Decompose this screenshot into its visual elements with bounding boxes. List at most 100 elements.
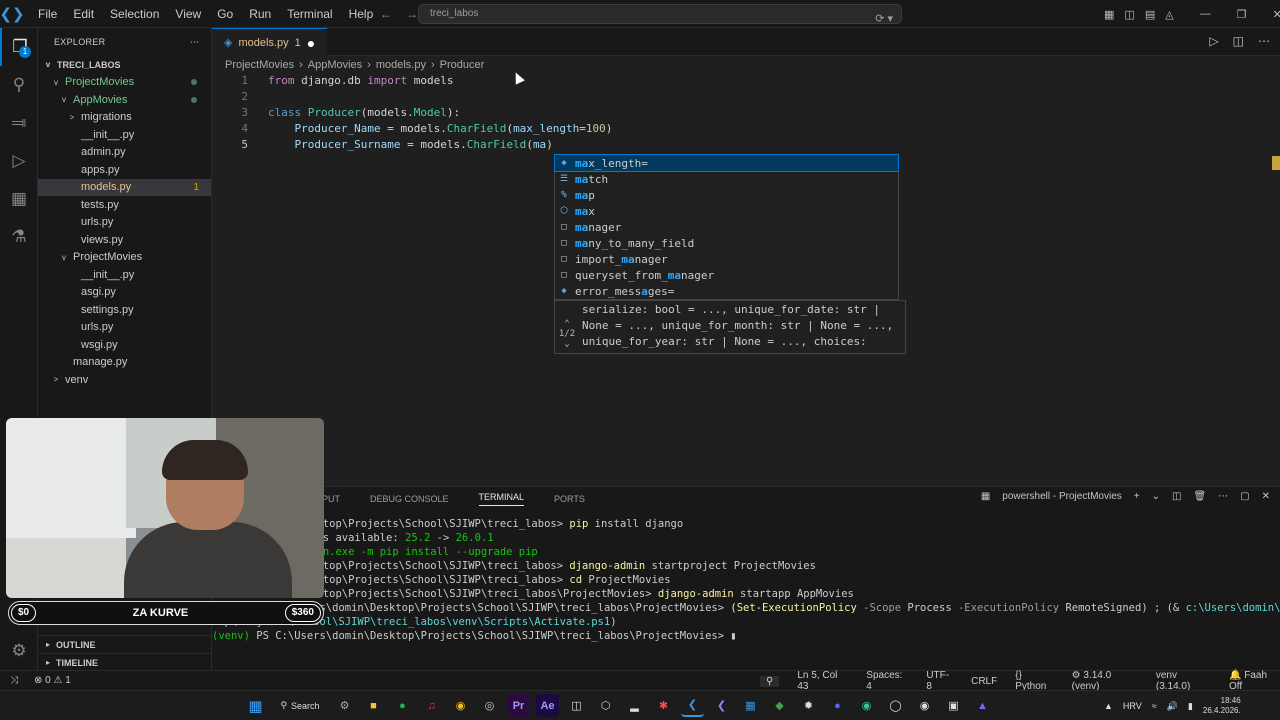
tree-file[interactable]: tests.py	[38, 196, 211, 214]
breadcrumb-item[interactable]: ProjectMovies	[225, 59, 294, 71]
toggle-panel-icon[interactable]: ▤	[1145, 8, 1155, 21]
steam-icon[interactable]: ◉	[913, 694, 936, 717]
terminal-output[interactable]: sers\domin\Desktop\Projects\School\SJIWP…	[212, 517, 1280, 643]
split-terminal-icon[interactable]: ◫	[1172, 491, 1181, 502]
cursor-position[interactable]: Ln 5, Col 43	[797, 670, 848, 692]
game-controller-icon[interactable]: ▲	[971, 694, 994, 717]
tree-folder[interactable]: > venv	[38, 371, 211, 389]
zoom-icon[interactable]: ⚲	[760, 675, 780, 687]
code-lines[interactable]: 1 from django.db import models 2 3 class P…	[212, 73, 1280, 153]
tree-file[interactable]: settings.py	[38, 301, 211, 319]
app-icon[interactable]: ✱	[652, 694, 675, 717]
suggestion-item[interactable]: ◈ ma x_length=	[554, 154, 899, 172]
tree-file[interactable]: views.py	[38, 231, 211, 249]
forward-arrow-icon[interactable]: →	[406, 7, 418, 21]
premiere-icon[interactable]: Pr	[507, 694, 530, 717]
battery-icon[interactable]: ▮	[1188, 701, 1193, 712]
audio-app-icon[interactable]: ▂	[623, 694, 646, 717]
tree-folder[interactable]: > migrations	[38, 109, 211, 127]
tab-output[interactable]: PUT	[322, 494, 340, 504]
suggestion-item[interactable]: □ import_ ma nager	[555, 251, 898, 267]
copilot-icon[interactable]: ⟳ ▾	[875, 10, 893, 28]
breadcrumb-item[interactable]: Producer	[440, 59, 485, 71]
app-icon[interactable]: ◉	[855, 694, 878, 717]
windows-start-icon[interactable]: ▦	[244, 694, 267, 717]
toggle-sidebar-icon[interactable]: ◫	[1124, 8, 1134, 21]
tree-file[interactable]: wsgi.py	[38, 336, 211, 354]
suggestion-item[interactable]: ⬡ ma x	[555, 203, 898, 219]
extensions-icon[interactable]: ▦	[0, 180, 38, 218]
suggestion-item[interactable]: ☰ ma tch	[555, 171, 898, 187]
tree-file[interactable]: urls.py	[38, 319, 211, 337]
explorer-icon[interactable]: ❐ 1	[0, 28, 38, 66]
tree-file[interactable]: apps.py	[38, 161, 211, 179]
vscode-taskbar-icon[interactable]: ❮	[681, 694, 704, 717]
indentation[interactable]: Spaces: 4	[866, 670, 908, 692]
language-mode[interactable]: {} Python	[1015, 670, 1053, 692]
tree-folder[interactable]: v AppMovies	[38, 91, 211, 109]
settings-app-icon[interactable]: ⚙	[333, 694, 356, 717]
outline-section[interactable]: ▸ OUTLINE	[38, 635, 212, 653]
suggestion-item[interactable]: ◈ error_mess a ges=	[555, 283, 898, 299]
close-window-icon[interactable]: ✕	[1273, 8, 1280, 21]
menu-item-edit[interactable]: Edit	[65, 0, 102, 28]
tree-folder[interactable]: v ProjectMovies	[38, 249, 211, 267]
tree-file[interactable]: __init__.py	[38, 126, 211, 144]
minimize-icon[interactable]: —	[1200, 8, 1211, 20]
app-icon[interactable]: ◆	[768, 694, 791, 717]
tree-file[interactable]: manage.py	[38, 354, 211, 372]
remote-icon[interactable]: ⤨	[10, 675, 18, 686]
terminal-name[interactable]: powershell - ProjectMovies	[1002, 491, 1122, 502]
tab-debug-console[interactable]: DEBUG CONSOLE	[370, 494, 449, 504]
fash-toggle[interactable]: 🔔 Faah Off	[1229, 670, 1280, 692]
unsaved-dot-icon[interactable]: ●	[307, 35, 315, 51]
run-file-icon[interactable]: ▷	[1209, 34, 1218, 48]
github-icon[interactable]: ◯	[884, 694, 907, 717]
close-panel-icon[interactable]: ✕	[1262, 491, 1270, 502]
layout-icon[interactable]: ▦	[1104, 8, 1114, 21]
chevron-down-icon[interactable]: ⌄	[1152, 491, 1160, 502]
trash-icon[interactable]: 🗑	[1193, 491, 1206, 502]
file-explorer-icon[interactable]: ■	[362, 694, 385, 717]
obs-icon[interactable]: ◎	[478, 694, 501, 717]
python-interpreter[interactable]: ⚙ 3.14.0 (venv)	[1072, 670, 1138, 692]
tree-file[interactable]: admin.py	[38, 144, 211, 162]
timeline-section[interactable]: ▸ TIMELINE	[38, 653, 212, 671]
command-center[interactable]: treci_labos ⟳ ▾	[418, 4, 902, 25]
chrome-icon[interactable]: ◉	[449, 694, 472, 717]
capcut-icon[interactable]: ◫	[565, 694, 588, 717]
suggestion-item[interactable]: % ma p	[555, 187, 898, 203]
menu-item-go[interactable]: Go	[209, 0, 241, 28]
chevron-up-icon[interactable]: ⌃	[557, 319, 577, 329]
suggestion-item[interactable]: □ ma nager	[555, 219, 898, 235]
signature-nav[interactable]: ⌃ 1/2 ⌄	[557, 319, 577, 349]
breadcrumb-item[interactable]: AppMovies	[308, 59, 362, 71]
workspace-root[interactable]: v TRECI_LABOS	[38, 56, 211, 74]
tab-models-py[interactable]: ◈ models.py 1 ●	[212, 28, 328, 56]
tray-overflow-icon[interactable]: ▲	[1104, 701, 1113, 711]
menu-item-file[interactable]: File	[30, 0, 65, 28]
suggestion-item[interactable]: □ queryset_from_ ma nager	[555, 267, 898, 283]
app-icon[interactable]: ▣	[942, 694, 965, 717]
new-terminal-icon[interactable]: +	[1134, 491, 1140, 502]
suggestion-item[interactable]: □ ma ny_to_many_field	[555, 235, 898, 251]
restore-icon[interactable]: ❐	[1237, 8, 1247, 21]
split-editor-icon[interactable]: ◫	[1233, 34, 1244, 48]
more-actions-icon[interactable]: ⋯	[190, 37, 199, 48]
venv-indicator[interactable]: venv (3.14.0)	[1156, 670, 1211, 692]
back-arrow-icon[interactable]: ←	[380, 7, 392, 21]
tree-file[interactable]: urls.py	[38, 214, 211, 232]
tree-file[interactable]: asgi.py	[38, 284, 211, 302]
encoding[interactable]: UTF-8	[926, 670, 953, 692]
taskbar-search[interactable]: ⚲ Search	[273, 694, 327, 717]
discord-icon[interactable]: ●	[826, 694, 849, 717]
maximize-panel-icon[interactable]: ▢	[1240, 491, 1249, 502]
tree-file[interactable]: models.py 1	[38, 178, 211, 196]
menu-item-run[interactable]: Run	[241, 0, 279, 28]
panel-more-icon[interactable]: ⋯	[1218, 491, 1228, 502]
clock[interactable]: 18:46 26.4.2026.	[1203, 696, 1241, 716]
testing-icon[interactable]: ⚗	[0, 218, 38, 256]
menu-item-help[interactable]: Help	[341, 0, 382, 28]
spotify-icon[interactable]: ●	[391, 694, 414, 717]
unity-icon[interactable]: ⬡	[594, 694, 617, 717]
